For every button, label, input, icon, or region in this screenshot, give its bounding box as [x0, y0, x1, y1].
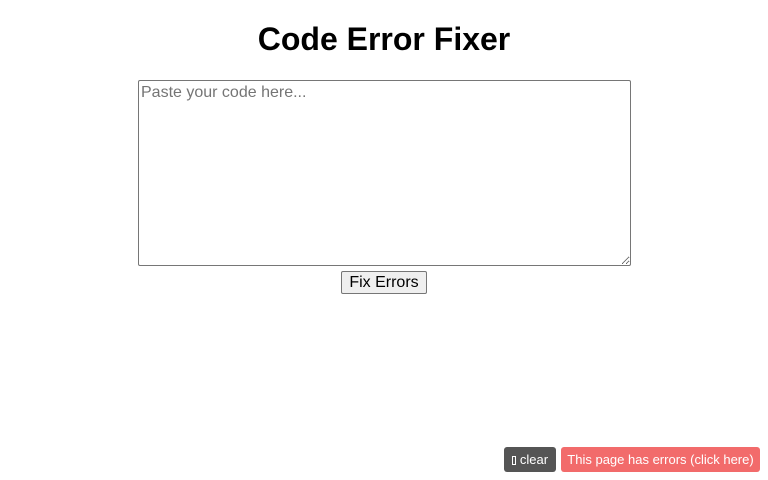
- clear-label: clear: [519, 452, 549, 467]
- page-errors-button[interactable]: This page has errors (click here): [561, 447, 760, 472]
- clear-button[interactable]: clear: [504, 447, 556, 472]
- page: Code Error Fixer Fix Errors clear This p…: [0, 0, 768, 480]
- code-input[interactable]: [138, 80, 631, 266]
- page-title: Code Error Fixer: [257, 21, 511, 57]
- trash-icon: [511, 456, 516, 465]
- fix-errors-button[interactable]: Fix Errors: [341, 271, 427, 294]
